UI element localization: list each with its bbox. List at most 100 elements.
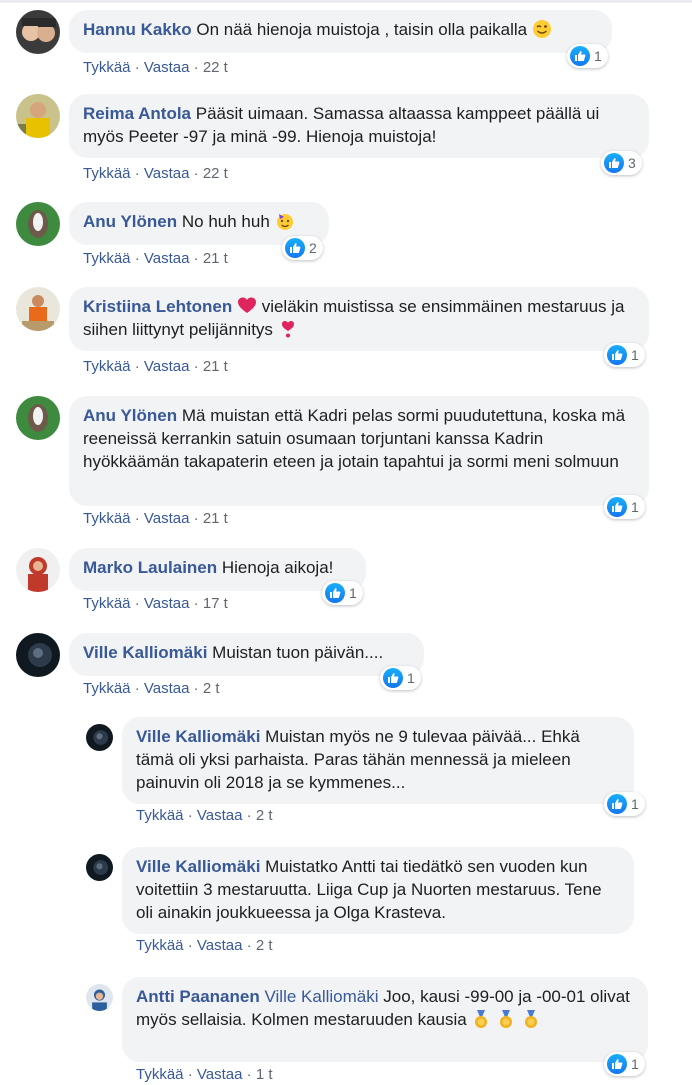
like-count[interactable]: 1 (604, 495, 645, 519)
reply-link[interactable]: Vastaa (144, 595, 190, 612)
like-link[interactable]: Tykkää (83, 510, 131, 527)
medal-emoji-icon (521, 1009, 541, 1029)
comment-author[interactable]: Ville Kalliomäki (136, 857, 260, 876)
comment-actions: Tykkää · Vastaa · 21 t (83, 509, 228, 529)
separator: · (187, 937, 193, 954)
like-icon (604, 153, 624, 173)
like-link[interactable]: Tykkää (83, 358, 131, 375)
separator: · (187, 807, 193, 824)
like-count-number: 3 (628, 155, 636, 171)
like-icon (383, 668, 403, 688)
comment-bubble: Kristiina Lehtonen vieläkin muistissa se… (69, 287, 649, 351)
like-count-number: 1 (631, 1056, 639, 1072)
reply-link[interactable]: Vastaa (197, 937, 243, 954)
comment-time[interactable]: 21 t (203, 250, 228, 267)
reply-bubble: Antti Paananen Ville Kalliomäki Joo, kau… (122, 977, 648, 1062)
comment-author[interactable]: Anu Ylönen (83, 212, 177, 231)
comment-bubble: Reima Antola Pääsit uimaan. Samassa alta… (69, 94, 649, 158)
like-count[interactable]: 2 (282, 236, 323, 260)
like-count[interactable]: 1 (380, 666, 421, 690)
separator: · (246, 807, 252, 824)
reply-link[interactable]: Vastaa (144, 165, 190, 182)
avatar[interactable] (86, 984, 113, 1011)
avatar[interactable] (16, 10, 60, 54)
reply-link[interactable]: Vastaa (144, 510, 190, 527)
avatar[interactable] (16, 633, 60, 677)
comment-time[interactable]: 22 t (203, 165, 228, 182)
comment-author[interactable]: Marko Laulainen (83, 558, 217, 577)
comment-time[interactable]: 21 t (203, 358, 228, 375)
party-face-emoji-icon (275, 211, 295, 231)
mention-link[interactable]: Ville Kalliomäki (264, 987, 378, 1006)
like-link[interactable]: Tykkää (83, 595, 131, 612)
avatar[interactable] (16, 94, 60, 138)
separator: · (193, 510, 199, 527)
exclamation-heart-emoji-icon (278, 319, 298, 339)
comment-time[interactable]: 2 t (203, 680, 220, 697)
comment-author[interactable]: Anu Ylönen (83, 406, 177, 425)
like-icon (570, 46, 590, 66)
wink-emoji-icon (532, 19, 552, 39)
avatar[interactable] (86, 724, 113, 751)
like-link[interactable]: Tykkää (83, 250, 131, 267)
like-count[interactable]: 1 (322, 581, 363, 605)
reply-link[interactable]: Vastaa (197, 1066, 243, 1083)
like-link[interactable]: Tykkää (136, 1066, 184, 1083)
comment-bubble: Anu Ylönen Mä muistan että Kadri pelas s… (69, 396, 649, 506)
comment-author[interactable]: Hannu Kakko (83, 20, 192, 39)
comment-author[interactable]: Reima Antola (83, 104, 191, 123)
like-count[interactable]: 1 (604, 343, 645, 367)
reply-bubble: Ville Kalliomäki Muistan myös ne 9 tulev… (122, 717, 634, 804)
comment-author[interactable]: Ville Kalliomäki (83, 643, 207, 662)
avatar[interactable] (16, 548, 60, 592)
comment-actions: Tykkää · Vastaa · 2 t (83, 679, 220, 699)
like-icon (607, 345, 627, 365)
medal-emoji-icon (496, 1009, 516, 1029)
avatar[interactable] (16, 287, 60, 331)
comment-text: Muistan tuon päivän.... (212, 643, 384, 662)
like-icon (325, 583, 345, 603)
medal-emoji-icon (471, 1009, 491, 1029)
like-count[interactable]: 3 (601, 151, 642, 175)
like-count[interactable]: 1 (604, 792, 645, 816)
like-count-number: 1 (631, 796, 639, 812)
comment-time[interactable]: 2 t (256, 937, 273, 954)
reply-link[interactable]: Vastaa (197, 807, 243, 824)
comment-actions: Tykkää · Vastaa · 1 t (136, 1065, 273, 1085)
top-divider (0, 0, 692, 3)
comment-time[interactable]: 2 t (256, 807, 273, 824)
comment-actions: Tykkää · Vastaa · 21 t (83, 249, 228, 269)
comment-author[interactable]: Antti Paananen (136, 987, 260, 1006)
avatar[interactable] (16, 202, 60, 246)
comment-actions: Tykkää · Vastaa · 17 t (83, 594, 228, 614)
reply-link[interactable]: Vastaa (144, 680, 190, 697)
like-link[interactable]: Tykkää (83, 165, 131, 182)
separator: · (193, 165, 199, 182)
comment-time[interactable]: 1 t (256, 1066, 273, 1083)
avatar[interactable] (16, 396, 60, 440)
avatar[interactable] (86, 854, 113, 881)
comment-text: Hienoja aikoja! (221, 558, 334, 577)
like-link[interactable]: Tykkää (83, 59, 131, 76)
reply-link[interactable]: Vastaa (144, 59, 190, 76)
comment-time[interactable]: 21 t (203, 510, 228, 527)
like-link[interactable]: Tykkää (83, 680, 131, 697)
comment-actions: Tykkää · Vastaa · 2 t (136, 806, 273, 826)
like-count[interactable]: 1 (567, 44, 608, 68)
like-link[interactable]: Tykkää (136, 807, 184, 824)
separator: · (246, 1066, 252, 1083)
comment-time[interactable]: 22 t (203, 59, 228, 76)
reply-link[interactable]: Vastaa (144, 358, 190, 375)
reply-link[interactable]: Vastaa (144, 250, 190, 267)
comment-author[interactable]: Kristiina Lehtonen (83, 297, 232, 316)
like-icon (607, 1054, 627, 1074)
comment-bubble: Marko Laulainen Hienoja aikoja! (69, 548, 366, 591)
separator: · (134, 358, 140, 375)
comment-time[interactable]: 17 t (203, 595, 228, 612)
red-heart-emoji-icon (237, 296, 257, 316)
comment-author[interactable]: Ville Kalliomäki (136, 727, 260, 746)
like-count[interactable]: 1 (604, 1052, 645, 1076)
separator: · (134, 165, 140, 182)
like-link[interactable]: Tykkää (136, 937, 184, 954)
comment-text: On nää hienoja muistoja , taisin olla pa… (196, 20, 528, 39)
